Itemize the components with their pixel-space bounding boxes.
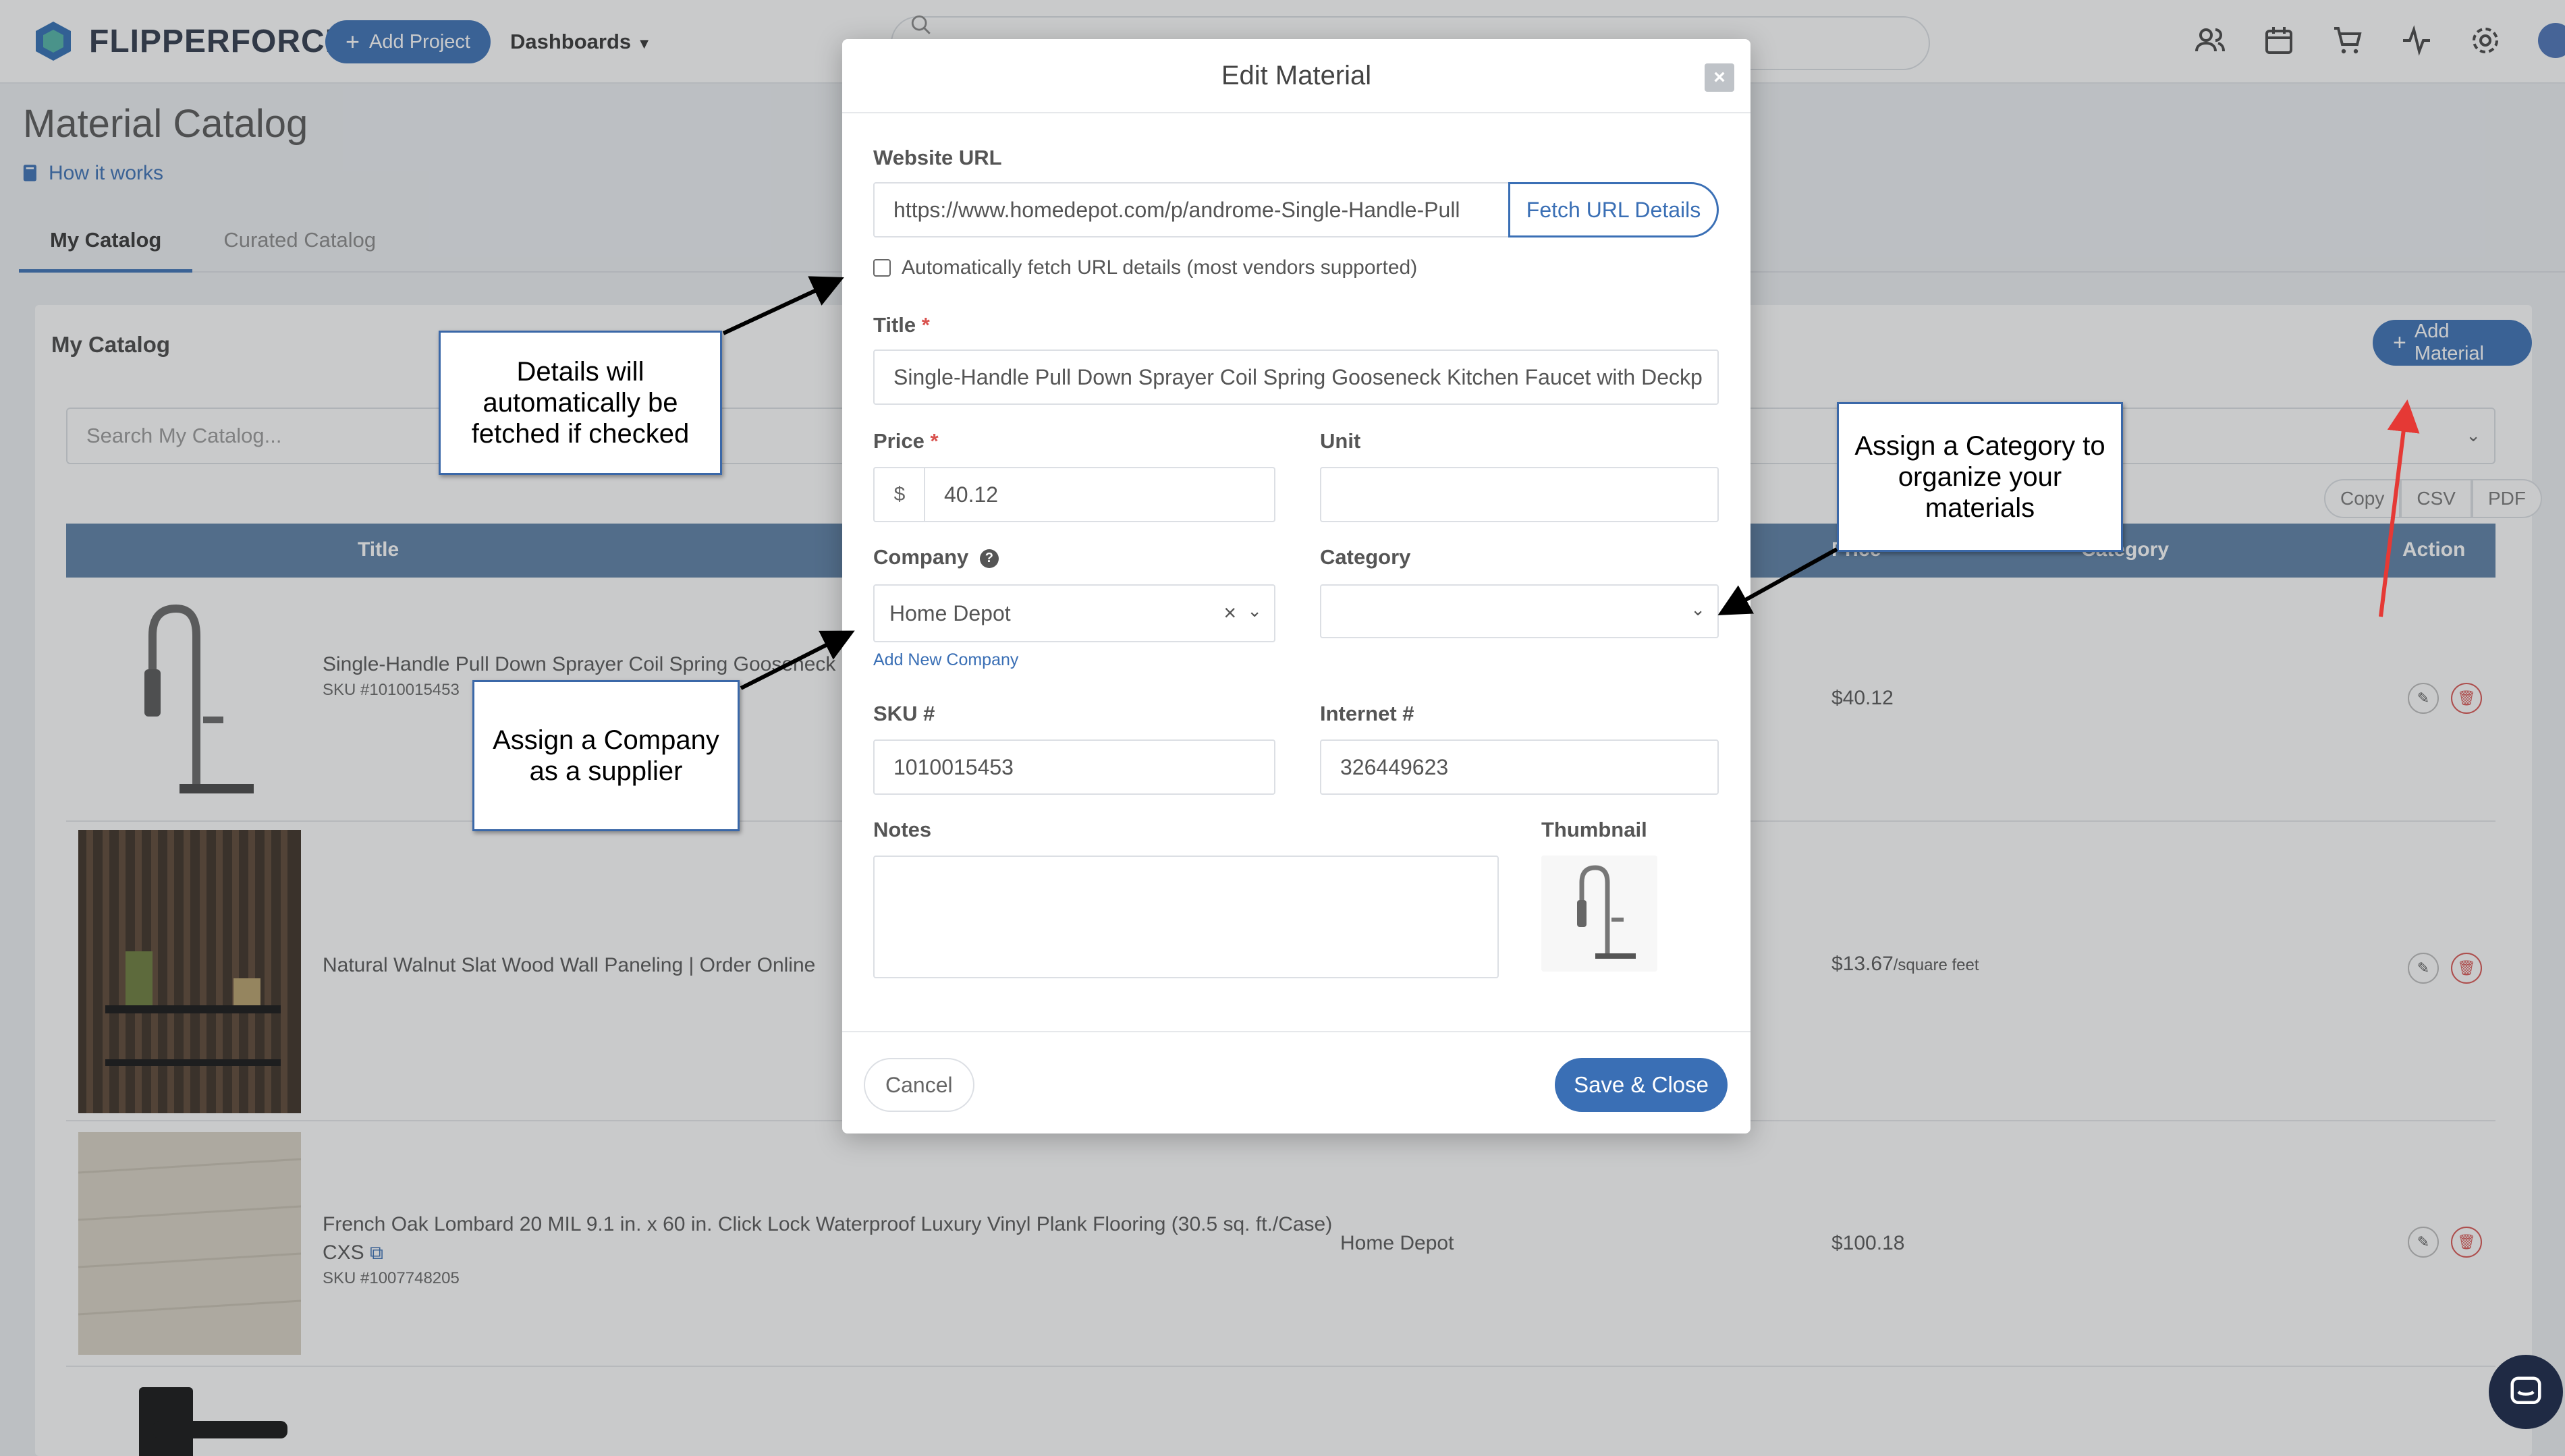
notes-textarea[interactable] bbox=[873, 856, 1499, 978]
price-label: Price * bbox=[873, 429, 939, 453]
cancel-button[interactable]: Cancel bbox=[864, 1058, 974, 1112]
company-label-text: Company bbox=[873, 545, 969, 569]
sku-field[interactable]: 1010015453 bbox=[873, 739, 1275, 795]
auto-fetch-callout: Details will automatically be fetched if… bbox=[439, 331, 722, 475]
chat-support-button[interactable] bbox=[2489, 1355, 2563, 1429]
thumbnail-label: Thumbnail bbox=[1541, 818, 1647, 841]
auto-fetch-option: Automatically fetch URL details (most ve… bbox=[873, 256, 1417, 279]
title-label-text: Title bbox=[873, 313, 916, 337]
category-label: Category bbox=[1320, 545, 1411, 569]
internet-number-field[interactable]: 326449623 bbox=[1320, 739, 1719, 795]
chat-icon bbox=[2510, 1376, 2541, 1404]
close-icon[interactable]: × bbox=[1705, 63, 1734, 92]
modal-title: Edit Material bbox=[1221, 61, 1372, 90]
auto-fetch-checkbox[interactable] bbox=[873, 259, 891, 277]
required-mark: * bbox=[930, 429, 939, 453]
website-url-field[interactable]: https://www.homedepot.com/p/androme-Sing… bbox=[873, 182, 1510, 237]
fetch-url-details-button[interactable]: Fetch URL Details bbox=[1508, 182, 1719, 237]
required-mark: * bbox=[921, 313, 930, 337]
modal-footer: Cancel Save & Close bbox=[842, 1031, 1750, 1133]
company-callout: Assign a Company as a supplier bbox=[472, 680, 740, 831]
internet-number-label: Internet # bbox=[1320, 702, 1414, 725]
title-label: Title * bbox=[873, 313, 930, 337]
add-new-company-link[interactable]: Add New Company bbox=[873, 650, 1018, 670]
category-select[interactable]: ⌄ bbox=[1320, 584, 1719, 638]
notes-label: Notes bbox=[873, 818, 932, 841]
save-close-button[interactable]: Save & Close bbox=[1555, 1058, 1728, 1112]
modal-header: Edit Material × bbox=[842, 39, 1750, 113]
sku-label: SKU # bbox=[873, 702, 935, 725]
currency-addon: $ bbox=[873, 467, 925, 522]
help-icon[interactable]: ? bbox=[979, 549, 999, 568]
edit-material-modal: Edit Material × Website URL https://www.… bbox=[842, 39, 1750, 1133]
unit-label: Unit bbox=[1320, 429, 1361, 453]
company-label: Company ? bbox=[873, 545, 999, 569]
price-field[interactable]: 40.12 bbox=[924, 467, 1275, 522]
company-selected-value: Home Depot bbox=[889, 600, 1011, 625]
unit-field[interactable] bbox=[1320, 467, 1719, 522]
price-label-text: Price bbox=[873, 429, 925, 453]
auto-fetch-label: Automatically fetch URL details (most ve… bbox=[902, 256, 1418, 279]
category-callout: Assign a Category to organize your mater… bbox=[1837, 402, 2123, 552]
thumbnail-image[interactable] bbox=[1541, 856, 1657, 972]
chevron-down-icon[interactable]: ⌄ bbox=[1690, 599, 1705, 620]
company-select[interactable]: Home Depot × ⌄ bbox=[873, 584, 1275, 642]
website-url-label: Website URL bbox=[873, 146, 1002, 169]
clear-icon[interactable]: × bbox=[1223, 600, 1236, 625]
title-field[interactable]: Single-Handle Pull Down Sprayer Coil Spr… bbox=[873, 349, 1719, 405]
chevron-down-icon[interactable]: ⌄ bbox=[1247, 600, 1262, 621]
